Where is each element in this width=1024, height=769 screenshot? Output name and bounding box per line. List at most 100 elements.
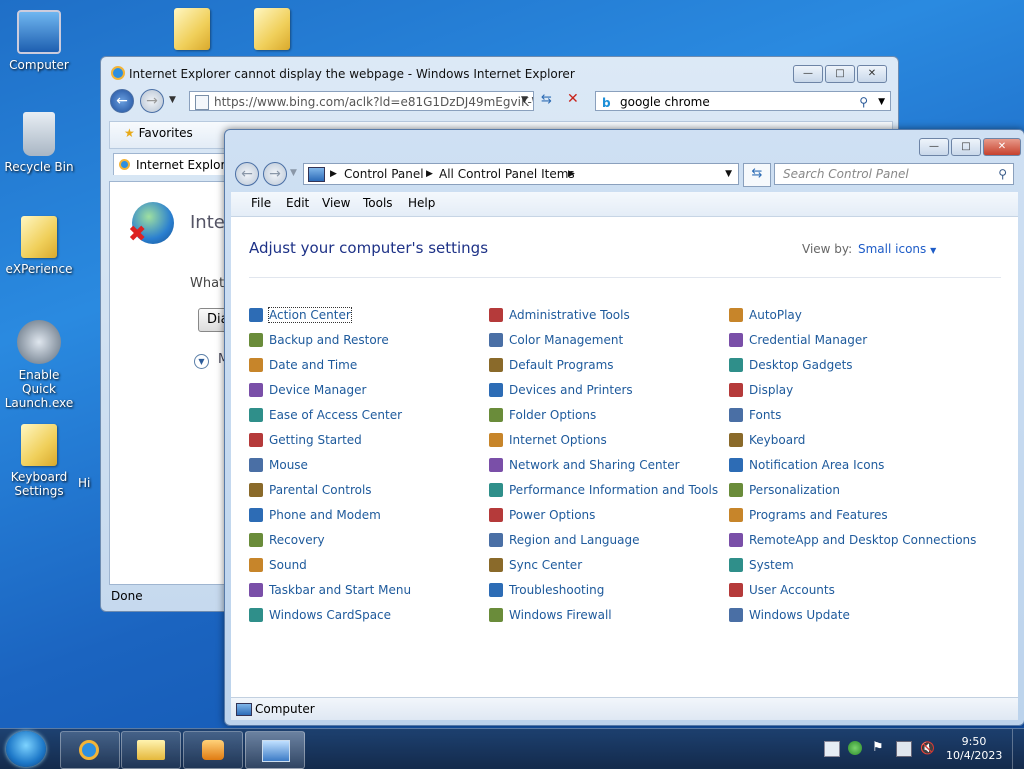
refresh-button[interactable]: ⇆ [743,163,771,187]
cp-item-credential-manager[interactable]: Credential Manager [729,330,867,350]
cp-item-troubleshooting[interactable]: Troubleshooting [489,580,604,600]
stop-icon[interactable]: ✕ [567,91,579,107]
breadcrumb-all-items[interactable]: All Control Panel Items [439,164,575,184]
cp-item-default-programs[interactable]: Default Programs [489,355,614,375]
desktop-folder-icon[interactable] [174,8,210,50]
menu-edit[interactable]: Edit [286,196,309,210]
control-panel-window[interactable]: — □ ✕ ← → ▼ ▶ Control Panel ▶ All Contro… [224,129,1024,726]
cp-item-windows-cardspace[interactable]: Windows CardSpace [249,605,391,625]
desktop-icon-computer[interactable]: Computer [0,10,78,72]
cp-item-performance-information-and-tools[interactable]: Performance Information and Tools [489,480,718,500]
cp-item-desktop-gadgets[interactable]: Desktop Gadgets [729,355,853,375]
cp-item-recovery[interactable]: Recovery [249,530,325,550]
volume-muted-icon[interactable]: 🔇 [920,741,935,755]
breadcrumb-arrow-icon[interactable]: ▶ [330,164,337,184]
ie-search-box[interactable]: b google chrome ⚲ ▼ [595,91,891,111]
cp-item-remoteapp-and-desktop-connections[interactable]: RemoteApp and Desktop Connections [729,530,976,550]
taskbar-ie-button[interactable] [60,731,120,769]
desktop-icon-enable-quick-launch[interactable]: Enable Quick Launch.exe [0,320,78,410]
cp-item-network-and-sharing-center[interactable]: Network and Sharing Center [489,455,680,475]
cp-item-windows-firewall[interactable]: Windows Firewall [489,605,612,625]
cp-item-windows-update[interactable]: Windows Update [729,605,850,625]
cp-item-region-and-language[interactable]: Region and Language [489,530,640,550]
show-desktop-button[interactable] [1012,729,1024,769]
desktop-icon-recycle-bin[interactable]: Recycle Bin [0,112,78,174]
cp-item-system[interactable]: System [729,555,794,575]
cp-item-phone-and-modem[interactable]: Phone and Modem [249,505,381,525]
cp-item-getting-started[interactable]: Getting Started [249,430,362,450]
close-button[interactable]: ✕ [857,65,887,83]
desktop-icon-experience[interactable]: eXPerience [0,216,78,276]
close-button[interactable]: ✕ [983,138,1021,156]
cp-item-keyboard[interactable]: Keyboard [729,430,805,450]
cp-item-parental-controls[interactable]: Parental Controls [249,480,372,500]
desktop-icon-keyboard-settings[interactable]: Keyboard Settings [0,424,78,498]
menu-help[interactable]: Help [408,196,435,210]
forward-button[interactable]: → [263,162,287,186]
cp-item-ease-of-access-center[interactable]: Ease of Access Center [249,405,402,425]
start-button[interactable] [6,731,46,767]
breadcrumb-control-panel[interactable]: Control Panel [344,164,424,184]
page-icon [195,95,209,110]
search-icon[interactable]: ⚲ [998,164,1007,184]
recent-pages-dropdown-icon[interactable]: ▼ [290,168,297,178]
desktop-folder-icon[interactable] [254,8,290,50]
network-icon[interactable] [896,741,912,757]
cp-item-internet-options[interactable]: Internet Options [489,430,607,450]
cp-item-fonts[interactable]: Fonts [729,405,781,425]
cp-item-administrative-tools[interactable]: Administrative Tools [489,305,630,325]
taskbar-explorer-button[interactable] [121,731,181,769]
tray-security-icon[interactable] [848,741,862,755]
cp-item-autoplay[interactable]: AutoPlay [729,305,802,325]
cp-item-action-center[interactable]: Action Center [249,305,352,325]
taskbar-clock[interactable]: 9:50 10/4/2023 [946,735,1002,763]
desktop-icon-partial[interactable]: Hi [78,476,102,490]
cp-item-device-manager[interactable]: Device Manager [249,380,366,400]
cp-item-display[interactable]: Display [729,380,793,400]
search-icon[interactable]: ⚲ [859,92,868,112]
menu-view[interactable]: View [322,196,350,210]
cp-address-bar[interactable]: ▶ Control Panel ▶ All Control Panel Item… [303,163,739,185]
maximize-button[interactable]: □ [951,138,981,156]
back-button[interactable]: ← [110,89,134,113]
recent-pages-dropdown-icon[interactable]: ▼ [169,95,176,105]
menu-tools[interactable]: Tools [363,196,393,210]
forward-button[interactable]: → [140,89,164,113]
expand-icon[interactable]: ▼ [194,354,209,369]
address-dropdown-icon[interactable]: ▼ [521,95,528,105]
cp-item-backup-and-restore[interactable]: Backup and Restore [249,330,389,350]
action-center-flag-icon[interactable]: ⚑ [872,741,886,755]
cp-item-taskbar-and-start-menu[interactable]: Taskbar and Start Menu [249,580,411,600]
cp-item-user-accounts[interactable]: User Accounts [729,580,835,600]
menu-file[interactable]: File [251,196,271,210]
view-by-dropdown[interactable]: Small icons ▼ [858,242,936,256]
breadcrumb-arrow-icon[interactable]: ▶ [426,164,433,184]
cp-item-folder-options[interactable]: Folder Options [489,405,596,425]
minimize-button[interactable]: — [793,65,823,83]
search-dropdown-icon[interactable]: ▼ [878,92,885,112]
refresh-icon[interactable]: ⇆ [541,92,552,107]
cp-item-sync-center[interactable]: Sync Center [489,555,582,575]
cp-item-date-and-time[interactable]: Date and Time [249,355,357,375]
ie-address-bar[interactable]: https://www.bing.com/aclk?ld=e81G1DzDJ49… [189,91,534,111]
cp-search-input[interactable]: Search Control Panel ⚲ [774,163,1014,185]
maximize-button[interactable]: □ [825,65,855,83]
cp-item-mouse[interactable]: Mouse [249,455,308,475]
ie-tab[interactable]: Internet Explorer [113,153,225,175]
favorites-button[interactable]: ★ Favorites [124,126,193,140]
address-dropdown-icon[interactable]: ▼ [725,164,732,184]
back-button[interactable]: ← [235,162,259,186]
date-and-time-icon [249,358,263,372]
cp-item-sound[interactable]: Sound [249,555,307,575]
taskbar-control-panel-button[interactable] [245,731,305,769]
minimize-button[interactable]: — [919,138,949,156]
cp-item-devices-and-printers[interactable]: Devices and Printers [489,380,633,400]
breadcrumb-arrow-icon[interactable]: ▶ [568,164,575,184]
cp-item-programs-and-features[interactable]: Programs and Features [729,505,888,525]
cp-item-personalization[interactable]: Personalization [729,480,840,500]
cp-item-notification-area-icons[interactable]: Notification Area Icons [729,455,884,475]
taskbar-media-player-button[interactable] [183,731,243,769]
cp-item-color-management[interactable]: Color Management [489,330,623,350]
tray-clipboard-icon[interactable] [824,741,840,757]
cp-item-power-options[interactable]: Power Options [489,505,595,525]
